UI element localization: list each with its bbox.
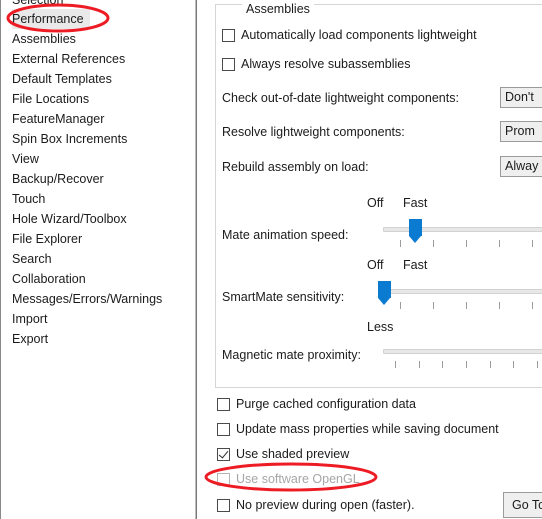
slider-caption-fast-mate-animation: Fast	[403, 196, 428, 210]
checkbox-box-icon	[217, 472, 230, 486]
sidebar-item-touch[interactable]: Touch	[1, 189, 195, 209]
slider-tick	[466, 361, 467, 368]
label-rebuild-assembly-on-load: Rebuild assembly on load:	[222, 160, 369, 174]
checkbox-box-icon[interactable]	[217, 397, 230, 411]
sidebar-item-backup-recover[interactable]: Backup/Recover	[1, 169, 195, 189]
sidebar-item-messages-errors-warnings[interactable]: Messages/Errors/Warnings	[1, 289, 195, 309]
assemblies-groupbox-title: Assemblies	[242, 2, 314, 16]
slider-tick	[433, 240, 434, 247]
slider-tick	[433, 302, 434, 309]
checkbox-update-mass-properties-while-saving-document[interactable]: Update mass properties while saving docu…	[217, 422, 499, 436]
slider-caption-less-magnetic-mate: Less	[367, 320, 394, 334]
label-resolve-lightweight-components: Resolve lightweight components:	[222, 125, 405, 139]
slider-tick	[490, 361, 491, 368]
checkbox-use-shaded-preview[interactable]: Use shaded preview	[217, 447, 349, 461]
slider-tick	[395, 361, 396, 368]
performance-options-panel: Assemblies Automatically load components…	[197, 0, 542, 519]
slider-tick	[400, 240, 401, 247]
checkbox-label: Use software OpenGL	[236, 472, 360, 486]
sidebar-item-export[interactable]: Export	[1, 329, 195, 349]
sidebar-item-default-templates[interactable]: Default Templates	[1, 69, 195, 89]
slider-track-mate-animation-speed[interactable]	[383, 227, 542, 232]
checkbox-label: Purge cached configuration data	[236, 397, 416, 411]
options-dialog: Selection Performance Assemblies External R…	[0, 0, 542, 519]
label-smartmate-sensitivity: SmartMate sensitivity:	[222, 290, 345, 304]
slider-tick	[400, 302, 401, 309]
slider-ticks-mate-animation-speed	[383, 240, 542, 247]
checkbox-box-icon[interactable]	[217, 447, 230, 461]
checkbox-automatically-load-components-lightweight[interactable]: Automatically load components lightweigh…	[222, 28, 477, 42]
go-to-installation-button[interactable]: Go To In	[503, 492, 542, 518]
sidebar-item-label: Performance	[12, 9, 90, 29]
combo-resolve-lightweight-components[interactable]: Prom	[500, 121, 542, 142]
checkbox-use-software-opengl: Use software OpenGL	[217, 472, 360, 486]
slider-tick	[466, 302, 467, 309]
sidebar-item-import[interactable]: Import	[1, 309, 195, 329]
slider-tick	[532, 240, 533, 247]
sidebar-item-selection[interactable]: Selection	[1, 0, 195, 9]
checkbox-purge-cached-configuration-data[interactable]: Purge cached configuration data	[217, 397, 416, 411]
slider-tick	[513, 361, 514, 368]
sidebar-item-hole-wizard-toolbox[interactable]: Hole Wizard/Toolbox	[1, 209, 195, 229]
slider-thumb-mate-animation-speed[interactable]	[409, 219, 422, 243]
category-list: Selection Performance Assemblies External R…	[0, 0, 196, 519]
combo-check-out-of-date-lightweight-components[interactable]: Don't	[500, 87, 542, 108]
checkbox-always-resolve-subassemblies[interactable]: Always resolve subassemblies	[222, 57, 411, 71]
category-sidebar[interactable]: Selection Performance Assemblies External R…	[0, 0, 197, 519]
combo-rebuild-assembly-on-load[interactable]: Alway	[500, 156, 542, 177]
sidebar-item-label: Selection	[12, 0, 64, 7]
sidebar-item-assemblies[interactable]: Assemblies	[1, 29, 195, 49]
label-check-out-of-date-lightweight-components: Check out-of-date lightweight components…	[222, 91, 459, 105]
slider-caption-off-mate-animation: Off	[367, 196, 384, 210]
label-magnetic-mate-proximity: Magnetic mate proximity:	[222, 348, 361, 362]
slider-caption-fast-smartmate: Fast	[403, 258, 428, 272]
slider-tick	[419, 361, 420, 368]
checkbox-label: Always resolve subassemblies	[241, 57, 411, 71]
sidebar-item-performance[interactable]: Performance	[1, 9, 195, 29]
checkbox-label: Automatically load components lightweigh…	[241, 28, 477, 42]
sidebar-item-spin-box-increments[interactable]: Spin Box Increments	[1, 129, 195, 149]
label-mate-animation-speed: Mate animation speed:	[222, 228, 349, 242]
checkbox-label: No preview during open (faster).	[236, 498, 415, 512]
slider-tick	[532, 302, 533, 309]
slider-tick	[499, 302, 500, 309]
checkbox-box-icon[interactable]	[217, 498, 230, 512]
slider-tick	[466, 240, 467, 247]
slider-tick	[442, 361, 443, 368]
slider-thumb-smartmate-sensitivity[interactable]	[378, 281, 391, 305]
sidebar-item-external-references[interactable]: External References	[1, 49, 195, 69]
slider-track-smartmate-sensitivity[interactable]	[383, 289, 542, 294]
slider-tick	[499, 240, 500, 247]
checkbox-label: Use shaded preview	[236, 447, 350, 461]
sidebar-item-featuremanager[interactable]: FeatureManager	[1, 109, 195, 129]
sidebar-item-file-locations[interactable]: File Locations	[1, 89, 195, 109]
sidebar-item-view[interactable]: View	[1, 149, 195, 169]
slider-ticks-smartmate-sensitivity	[383, 302, 542, 309]
sidebar-item-search[interactable]: Search	[1, 249, 195, 269]
checkbox-box-icon[interactable]	[222, 57, 235, 71]
checkbox-no-preview-during-open[interactable]: No preview during open (faster).	[217, 498, 415, 512]
slider-tick	[537, 361, 538, 368]
checkbox-box-icon[interactable]	[222, 28, 235, 42]
checkbox-box-icon[interactable]	[217, 422, 230, 436]
sidebar-item-file-explorer[interactable]: File Explorer	[1, 229, 195, 249]
slider-ticks-magnetic-mate-proximity	[383, 361, 542, 368]
slider-track-magnetic-mate-proximity[interactable]	[383, 349, 542, 354]
checkbox-label: Update mass properties while saving docu…	[236, 422, 499, 436]
slider-caption-off-smartmate: Off	[367, 258, 384, 272]
sidebar-item-collaboration[interactable]: Collaboration	[1, 269, 195, 289]
